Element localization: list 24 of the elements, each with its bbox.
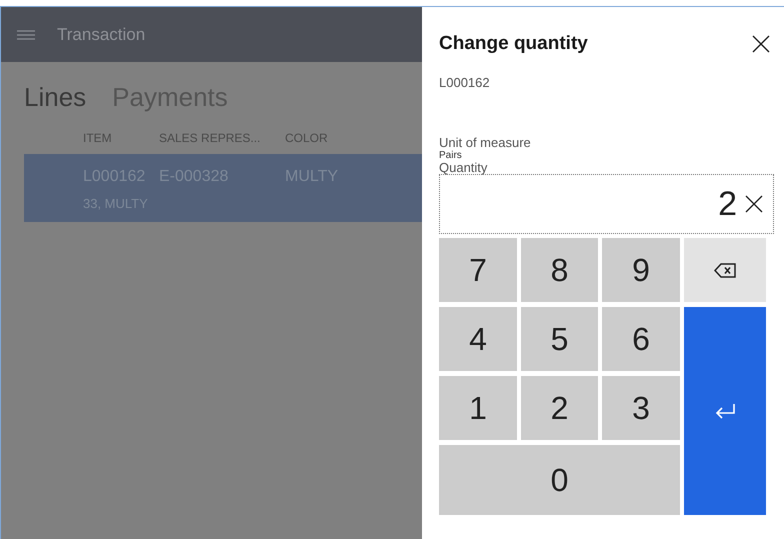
digit-key[interactable]: 3 (602, 376, 680, 440)
backspace-button[interactable] (684, 238, 766, 302)
page-title: Transaction (57, 24, 146, 44)
item-id: L000162 (439, 75, 491, 90)
digit-key[interactable]: 4 (439, 307, 517, 371)
digit-key[interactable]: 5 (521, 307, 598, 371)
quantity-label: Quantity (439, 161, 488, 174)
digit-key[interactable]: 0 (439, 445, 680, 515)
digit-key[interactable]: 2 (521, 376, 598, 440)
quantity-field[interactable]: 2 (439, 174, 774, 234)
enter-icon (714, 403, 736, 419)
digit-key[interactable]: 7 (439, 238, 517, 302)
unit-value: Pairs (439, 150, 463, 161)
clear-icon[interactable] (745, 195, 763, 213)
unit-label: Unit of measure (439, 135, 532, 150)
digit-key[interactable]: 1 (439, 376, 517, 440)
digit-key[interactable]: 6 (602, 307, 680, 371)
dialog-title: Change quantity (439, 33, 588, 55)
backspace-icon (714, 262, 736, 278)
menu-icon[interactable] (17, 30, 35, 40)
close-icon[interactable] (752, 35, 770, 53)
digit-key[interactable]: 8 (521, 238, 598, 302)
quantity-value: 2 (718, 184, 737, 224)
digit-key[interactable]: 9 (602, 238, 680, 302)
